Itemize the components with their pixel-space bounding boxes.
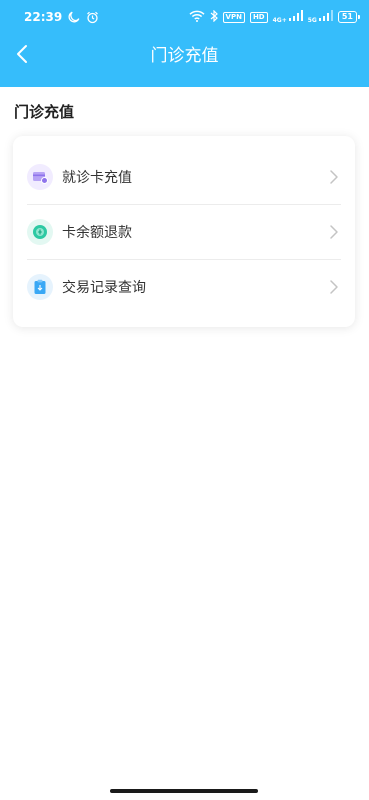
chevron-right-icon xyxy=(329,169,339,189)
menu-item-card-recharge[interactable]: 就诊卡充值 xyxy=(27,149,341,204)
wifi-icon xyxy=(189,10,205,25)
menu-item-label: 交易记录查询 xyxy=(62,280,146,296)
section-title: 门诊充值 xyxy=(14,103,75,121)
signal-icon xyxy=(318,10,333,24)
menu-item-label: 卡余额退款 xyxy=(62,225,132,241)
vpn-badge: VPN xyxy=(222,11,245,23)
menu-item-balance-refund[interactable]: 卡余额退款 xyxy=(27,204,341,259)
chevron-right-icon xyxy=(329,279,339,299)
battery-indicator: 51 xyxy=(337,11,361,23)
bluetooth-icon xyxy=(210,9,218,25)
status-time: 22:39 xyxy=(24,10,63,24)
page-title: 门诊充值 xyxy=(150,46,219,66)
menu-card: 就诊卡充值 卡余额退款 交易记录查询 xyxy=(13,136,355,327)
moon-icon xyxy=(68,11,80,23)
alarm-icon xyxy=(86,11,99,24)
back-button[interactable] xyxy=(6,38,38,74)
network-type-label: 4G+ xyxy=(272,16,287,24)
refund-coin-icon xyxy=(27,219,53,245)
chevron-left-icon xyxy=(16,44,28,68)
nav-bar: 门诊充值 xyxy=(0,34,369,78)
signal-icon xyxy=(288,10,303,24)
chevron-right-icon xyxy=(329,224,339,244)
record-query-icon xyxy=(27,274,53,300)
network-type-label: 5G xyxy=(307,16,317,24)
menu-item-label: 就诊卡充值 xyxy=(62,169,132,186)
card-recharge-icon xyxy=(27,163,53,190)
menu-item-transaction-records[interactable]: 交易记录查询 xyxy=(27,259,341,314)
hd-badge: HD xyxy=(249,11,268,23)
status-bar: 22:39 VPN HD 4G+ 5G 51 xyxy=(0,0,369,34)
app-header: 22:39 VPN HD 4G+ 5G 51 门诊充值 xyxy=(0,0,369,87)
home-indicator[interactable] xyxy=(110,789,258,793)
